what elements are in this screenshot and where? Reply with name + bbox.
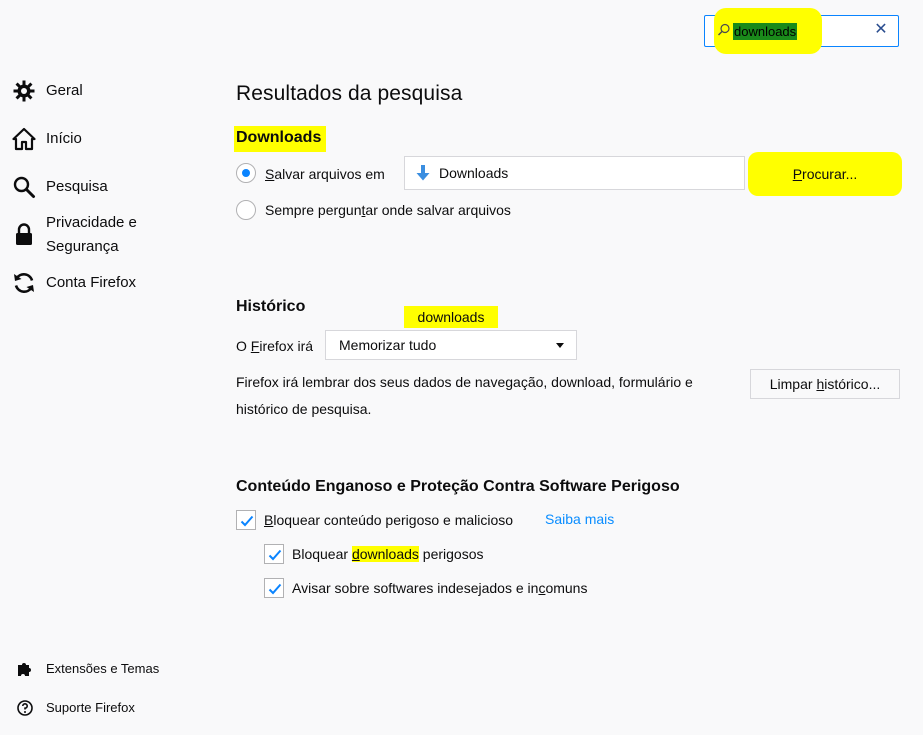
radio-label-always-ask[interactable]: Sempre perguntar onde salvar arquivos — [265, 201, 511, 219]
clear-history-button[interactable]: Limpar histórico... — [750, 369, 900, 399]
sidebar-item-support[interactable]: Suporte Firefox — [16, 696, 135, 720]
section-title-protection: Conteúdo Enganoso e Proteção Contra Soft… — [236, 478, 680, 495]
checkmark-icon — [268, 583, 282, 595]
gear-icon — [13, 80, 35, 102]
firefox-will-label: O Firefox irá — [236, 338, 314, 354]
sidebar-item-label: Início — [46, 130, 82, 147]
help-icon — [17, 700, 33, 716]
sidebar-item-privacy[interactable]: Privacidade e Segurança — [12, 211, 137, 261]
close-icon[interactable]: ✕ — [872, 20, 890, 40]
sidebar-item-label-line2: Segurança — [46, 238, 119, 255]
lock-icon — [16, 223, 32, 245]
search-match-badge: downloads — [404, 306, 498, 328]
search-value[interactable]: downloads — [733, 23, 798, 40]
section-title-history: Histórico — [236, 298, 306, 315]
radio-save-to-folder[interactable] — [236, 163, 256, 183]
history-description: Firefox irá lembrar dos seus dados de na… — [236, 374, 693, 417]
browse-button[interactable]: Procurar... — [752, 158, 898, 190]
checkmark-icon — [240, 515, 254, 527]
sidebar-item-label: Extensões e Temas — [46, 661, 160, 676]
sync-icon — [14, 273, 34, 293]
page-title: Resultados da pesquisa — [236, 82, 463, 105]
checkbox-warn-unwanted[interactable] — [264, 578, 284, 598]
learn-more-link[interactable]: Saiba mais — [545, 511, 614, 527]
history-mode-value: Memorizar tudo — [339, 337, 437, 353]
sidebar-item-home[interactable]: Início — [12, 127, 82, 155]
checkbox-block-dangerous[interactable] — [236, 510, 256, 530]
sidebar-item-search[interactable]: Pesquisa — [12, 175, 108, 203]
sidebar-item-label: Suporte Firefox — [46, 700, 135, 715]
download-folder-value: Downloads — [439, 165, 509, 181]
sidebar-item-firefox-account[interactable]: Conta Firefox — [12, 271, 136, 299]
checkmark-icon — [268, 549, 282, 561]
section-title-downloads: Downloads — [236, 129, 322, 146]
download-folder-field[interactable]: Downloads — [404, 156, 745, 190]
checkbox-label-block-downloads[interactable]: Bloquear downloads perigosos — [292, 545, 483, 563]
radio-always-ask[interactable] — [236, 200, 256, 220]
radio-label-save-to-folder[interactable]: Salvar arquivos em — [265, 165, 385, 183]
sidebar-item-extensions[interactable]: Extensões e Temas — [16, 657, 159, 681]
sidebar-item-label: Geral — [46, 82, 83, 99]
sidebar-item-label: Conta Firefox — [46, 274, 137, 291]
history-mode-select[interactable]: Memorizar tudo — [325, 330, 577, 360]
sidebar-item-label: Privacidade e — [46, 214, 137, 231]
sidebar-item-label: Pesquisa — [46, 178, 108, 195]
checkbox-block-downloads[interactable] — [264, 544, 284, 564]
checkbox-label-block-dangerous[interactable]: Bloquear conteúdo perigoso e malicioso — [264, 511, 513, 529]
puzzle-icon — [18, 663, 31, 676]
search-icon — [13, 176, 35, 198]
checkbox-label-warn-unwanted[interactable]: Avisar sobre softwares indesejados e inc… — [292, 579, 587, 597]
sidebar-item-general[interactable]: Geral — [12, 79, 83, 107]
chevron-down-icon — [556, 343, 564, 348]
home-icon — [12, 127, 36, 151]
search-icon — [718, 23, 730, 36]
download-arrow-icon — [416, 165, 430, 181]
